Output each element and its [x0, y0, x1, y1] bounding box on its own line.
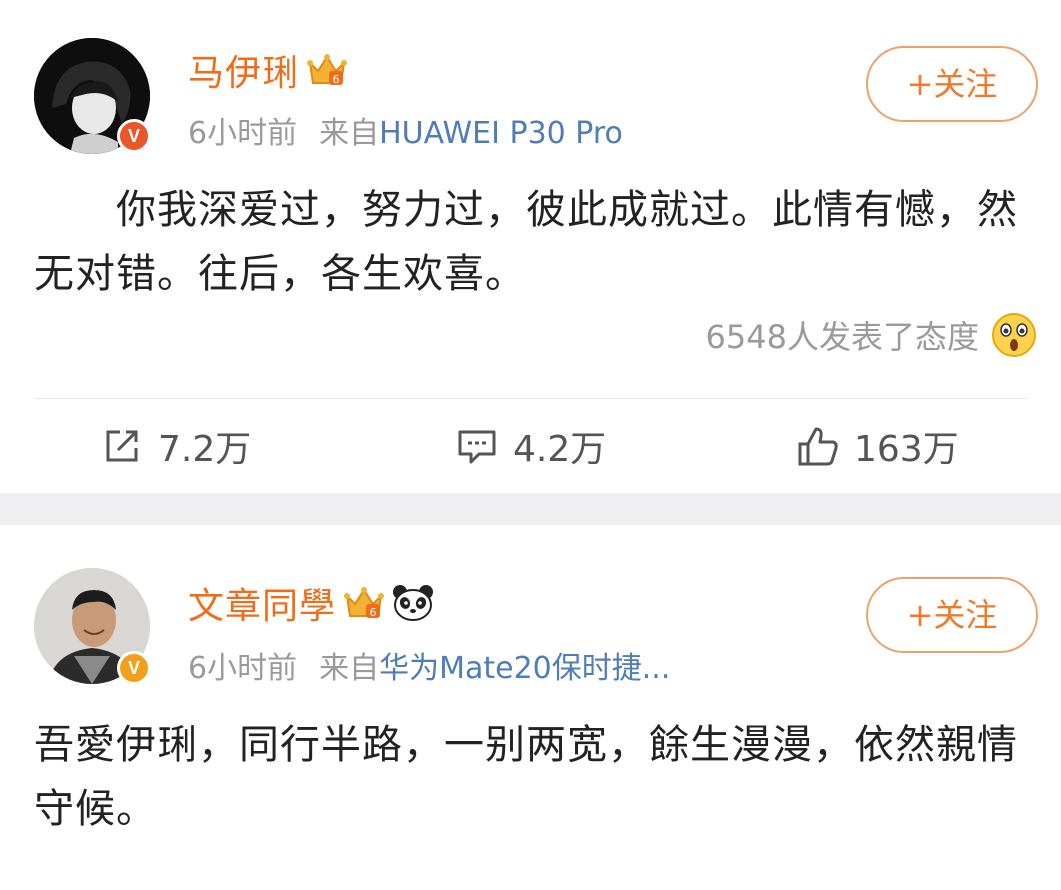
source-device[interactable]: 华为Mate20保时捷...	[379, 651, 670, 686]
like-button[interactable]: 163万	[796, 420, 959, 472]
follow-button[interactable]: +关注	[866, 577, 1038, 653]
comment-button[interactable]: 4.2万	[455, 420, 606, 472]
comment-count: 4.2万	[513, 429, 607, 470]
svg-text:6: 6	[333, 73, 340, 86]
post-meta: 6小时前 来自HUAWEI P30 Pro	[188, 108, 623, 152]
like-count: 163万	[854, 429, 959, 470]
post-card: V 马伊琍 6 6小时前 来自HUAWEI P30 Pro +关注 你我深爱过，努…	[0, 0, 1061, 493]
verified-icon: V	[117, 119, 151, 153]
post-text: 吾愛伊琍，同行半路，一别两宽，餘生漫漫，依然親情守候。	[34, 722, 1018, 832]
post-card: V 文章同學 6 6小时前 来自华为Mate20保时捷... +关注 吾愛伊琍，同…	[0, 525, 1061, 890]
reactions-summary[interactable]: 6548人发表了态度	[706, 312, 1037, 358]
username[interactable]: 马伊琍	[188, 44, 299, 96]
repost-icon	[106, 430, 138, 462]
source-prefix: 来自	[319, 651, 380, 686]
repost-count: 7.2万	[158, 429, 252, 470]
repost-button[interactable]: 7.2万	[100, 420, 251, 472]
post-time: 6小时前	[188, 116, 298, 151]
username-row: 文章同學 6	[188, 577, 434, 629]
surprised-face-icon	[992, 313, 1036, 357]
post-time: 6小时前	[188, 651, 298, 686]
divider	[34, 398, 1027, 399]
crown-member-icon[interactable]: 6	[307, 53, 348, 87]
post-meta: 6小时前 来自华为Mate20保时捷...	[188, 643, 670, 687]
source-device[interactable]: HUAWEI P30 Pro	[379, 116, 623, 151]
post-text: 你我深爱过，努力过，彼此成就过。此情有憾，然无对错。往后，各生欢喜。	[34, 187, 1018, 297]
username-row: 马伊琍 6	[188, 44, 348, 96]
svg-text:6: 6	[370, 606, 377, 619]
reactions-text: 6548人发表了态度	[705, 318, 979, 356]
comment-icon	[458, 430, 496, 464]
follow-button[interactable]: +关注	[866, 46, 1038, 122]
post-separator	[0, 493, 1061, 525]
verified-icon: V	[117, 651, 151, 685]
like-icon	[798, 427, 838, 466]
crown-member-icon[interactable]: 6	[344, 586, 385, 620]
panda-icon[interactable]	[392, 584, 434, 622]
source-prefix: 来自	[319, 116, 380, 151]
username[interactable]: 文章同學	[188, 577, 336, 629]
